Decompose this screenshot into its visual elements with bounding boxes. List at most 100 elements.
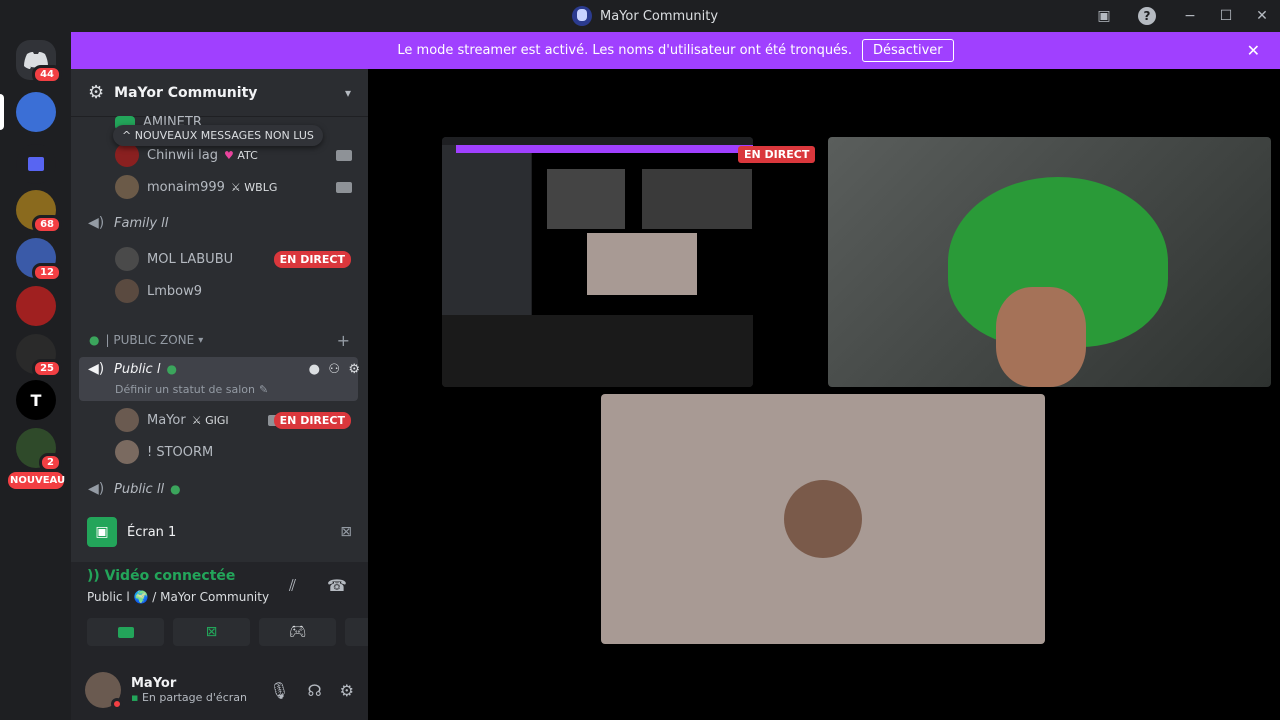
microphone-icon[interactable]: 🎙︎: [269, 681, 289, 700]
live-badge: EN DIRECT: [738, 146, 816, 163]
channel-sidebar: ⚙ MaYor Community ▾ ^ NOUVEAUX MESSAGES …: [71, 69, 368, 720]
voice-channel-public-2[interactable]: ◀) Public ll ●: [71, 481, 368, 497]
close-icon[interactable]: ✕: [1247, 41, 1260, 60]
window-title: MaYor Community: [600, 8, 719, 24]
camera-icon: [336, 181, 352, 193]
server-icon-4[interactable]: [16, 286, 56, 326]
preview-taskbar: [442, 315, 753, 387]
settings-icon[interactable]: ⚙: [348, 362, 360, 377]
connection-status: )) Vidéo connectée: [87, 568, 236, 584]
member-row[interactable]: Lmbow9: [71, 279, 368, 303]
channel-row[interactable]: ◀) Public l ● ● ⚇ ⚙: [71, 361, 368, 377]
server-icon-6[interactable]: T: [16, 380, 56, 420]
server-icon-3[interactable]: 12: [16, 238, 62, 282]
live-badge: EN DIRECT: [273, 250, 351, 268]
title-bar: MaYor Community ▣ ? − ☐ ✕: [0, 0, 1280, 32]
minimize-button[interactable]: −: [1172, 0, 1208, 32]
sword-icon: ⚔: [230, 180, 245, 194]
voice-location[interactable]: Public l 🌍 / MaYor Community: [87, 590, 269, 604]
preview-tile-1: [547, 169, 625, 229]
add-channel-icon[interactable]: +: [337, 331, 350, 350]
close-button[interactable]: ✕: [1244, 0, 1280, 32]
notification-badge: 68: [32, 215, 62, 234]
speaker-icon: ◀): [88, 361, 105, 377]
member-row[interactable]: Chinwii lag ♥ ATC: [71, 143, 368, 167]
member-name: monaim999: [147, 179, 225, 195]
camera-tile[interactable]: [828, 137, 1271, 387]
server-logo-icon: [572, 6, 592, 26]
maximize-button[interactable]: ☐: [1208, 0, 1244, 32]
channel-status[interactable]: Définir un statut de salon ✎: [71, 383, 368, 396]
member-row[interactable]: MOL LABUBU EN DIRECT: [71, 247, 368, 271]
new-servers-label[interactable]: NOUVEAU: [8, 472, 65, 489]
server-mayor-community[interactable]: [16, 92, 56, 132]
disable-streamer-button[interactable]: Désactiver: [861, 39, 954, 62]
server-icon-2[interactable]: 68: [16, 190, 62, 234]
avatar: [115, 440, 139, 464]
gamepad-icon: 🎮︎: [288, 624, 307, 640]
selected-indicator: [0, 94, 4, 130]
server-icon-5[interactable]: 25: [16, 334, 62, 378]
member-tag: ⚔ WBLG: [230, 180, 278, 194]
signal-icon: )): [87, 568, 105, 584]
folder-icon[interactable]: [16, 144, 56, 184]
invite-icon[interactable]: ⚇: [328, 362, 340, 377]
user-info[interactable]: MaYor ▪ En partage d'écran: [131, 676, 247, 704]
disconnect-icon[interactable]: ☎: [327, 576, 347, 595]
participant-tile[interactable]: [601, 394, 1045, 644]
avatar[interactable]: [85, 672, 123, 710]
noise-suppression-icon[interactable]: ⫽: [289, 576, 296, 596]
member-row[interactable]: ! STOORM: [71, 440, 368, 464]
preview-tile-2: [642, 169, 752, 229]
chevron-up-icon: ^: [122, 129, 135, 142]
avatar: [115, 279, 139, 303]
user-status: ▪ En partage d'écran: [131, 691, 247, 704]
member-tag: ♥ ATC: [224, 148, 258, 162]
avatar: [115, 247, 139, 271]
new-messages-label: NOUVEAUX MESSAGES NON LUS: [134, 129, 314, 142]
help-icon[interactable]: ?: [1138, 7, 1156, 25]
status-dot: [111, 698, 123, 710]
new-messages-button[interactable]: ^ NOUVEAUX MESSAGES NON LUS: [113, 125, 323, 146]
speaker-icon: ◀): [88, 215, 105, 231]
voice-channel-family[interactable]: ◀) Family ll: [71, 215, 368, 231]
user-name: MaYor: [131, 676, 177, 691]
screen-share-tile[interactable]: [442, 137, 753, 387]
heart-icon: ♥: [224, 148, 238, 162]
inbox-icon[interactable]: ▣: [1086, 0, 1122, 32]
server-icon-7[interactable]: 2: [16, 428, 62, 472]
chevron-down-icon: ▾: [344, 85, 351, 100]
screen-status-icon: ▪: [131, 691, 142, 704]
settings-icon[interactable]: ⚙: [340, 681, 354, 700]
live-badge: EN DIRECT: [273, 411, 351, 429]
camera-icon: [336, 149, 352, 161]
server-header[interactable]: ⚙ MaYor Community ▾: [71, 69, 368, 117]
speaker-icon: ◀): [88, 481, 105, 497]
chevron-down-icon: ▾: [198, 334, 204, 346]
channel-name: Public ll: [114, 481, 165, 497]
category-public-zone[interactable]: ● | PUBLIC ZONE ▾ +: [71, 331, 368, 350]
streamer-mode-banner: Le mode streamer est activé. Les noms d'…: [71, 32, 1280, 69]
member-row[interactable]: monaim999 ⚔ WBLG: [71, 175, 368, 199]
headphones-icon[interactable]: ☊: [307, 681, 321, 700]
notification-badge: 25: [32, 359, 62, 378]
dm-home-button[interactable]: 44: [16, 40, 62, 84]
chat-icon[interactable]: ●: [309, 362, 320, 377]
camera-button[interactable]: [87, 618, 164, 646]
banner-text: Le mode streamer est activé. Les noms d'…: [397, 43, 852, 58]
category-name: | PUBLIC ZONE: [105, 333, 195, 347]
activity-button[interactable]: 🎮︎: [259, 618, 336, 646]
soundboard-button[interactable]: ✦: [345, 618, 368, 646]
channel-name: Public l: [114, 361, 161, 377]
member-name: Lmbow9: [147, 283, 203, 299]
member-name: MOL LABUBU: [147, 251, 234, 267]
notification-badge: 2: [39, 453, 62, 472]
avatar: [115, 143, 139, 167]
screen-share-button[interactable]: ⊠: [173, 618, 250, 646]
notification-badge: 44: [32, 65, 62, 84]
screen-share-row[interactable]: ▣ Écran 1 ⊠: [71, 502, 368, 562]
stop-share-icon[interactable]: ⊠: [340, 524, 352, 540]
preview-tile-3: [587, 233, 697, 295]
server-name: MaYor Community: [114, 84, 258, 101]
member-row[interactable]: MaYor ⚔ GIGI EN DIRECT: [71, 408, 368, 432]
